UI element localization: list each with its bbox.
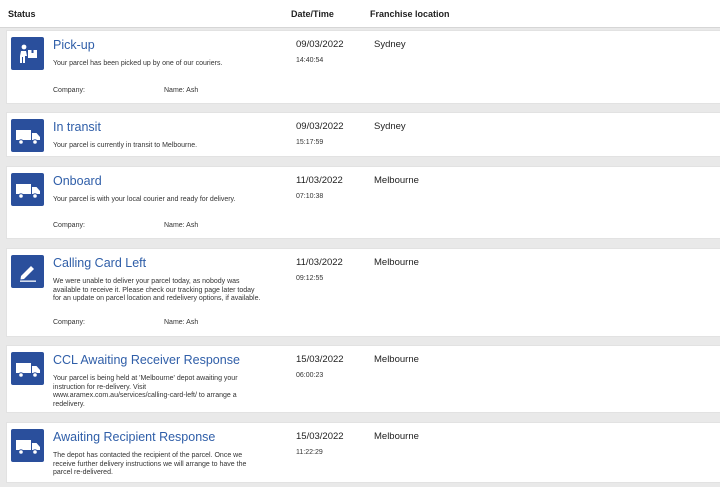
pickup-icon [11, 37, 44, 70]
event-date: 15/03/2022 [296, 354, 344, 365]
event-location: Melbourne [374, 354, 419, 365]
event-time: 07:10:38 [296, 193, 324, 200]
company-row: Company: Name: Ash [53, 87, 198, 94]
status-column-header: Status [8, 9, 36, 19]
event-title: Calling Card Left [53, 256, 147, 270]
tracking-event-card: Onboard Your parcel is with your local c… [6, 166, 720, 239]
event-description: We were unable to deliver your parcel to… [53, 278, 261, 303]
event-description: Your parcel has been picked up by one of… [53, 60, 223, 67]
event-description: Your parcel is currently in transit to M… [53, 142, 198, 149]
event-title: Awaiting Recipient Response [53, 430, 216, 444]
tracking-event-card: Awaiting Recipient Response The depot ha… [6, 422, 720, 483]
event-location: Melbourne [374, 175, 419, 186]
event-time: 09:12:55 [296, 275, 324, 282]
pencil-icon [11, 255, 44, 288]
event-title: In transit [53, 120, 101, 134]
table-header: Status Date/Time Franchise location [0, 0, 720, 28]
event-time: 14:40:54 [296, 57, 324, 64]
truck-icon [11, 429, 44, 462]
courier-name: Name: Ash [164, 222, 199, 229]
event-date: 11/03/2022 [296, 257, 343, 268]
event-description: Your parcel is with your local courier a… [53, 196, 236, 203]
event-time: 11:22:29 [296, 449, 323, 456]
event-title: CCL Awaiting Receiver Response [53, 353, 240, 367]
company-row: Company: Name: Ash [53, 222, 198, 229]
event-description: The depot has contacted the recipient of… [53, 452, 247, 477]
truck-icon [11, 352, 44, 385]
tracking-event-card: CCL Awaiting Receiver Response Your parc… [6, 345, 720, 413]
event-location: Sydney [374, 121, 406, 132]
event-location: Melbourne [374, 257, 419, 268]
tracking-event-card: Calling Card Left We were unable to deli… [6, 248, 720, 337]
location-column-header: Franchise location [370, 9, 450, 19]
event-title: Pick-up [53, 38, 95, 52]
event-title: Onboard [53, 174, 102, 188]
event-date: 11/03/2022 [296, 175, 343, 186]
truck-icon [11, 119, 44, 152]
tracking-event-card: In transit Your parcel is currently in t… [6, 112, 720, 157]
company-label: Company: [53, 319, 85, 326]
event-time: 15:17:59 [296, 139, 324, 146]
tracking-event-card: Pick-up Your parcel has been picked up b… [6, 30, 720, 104]
event-date: 15/03/2022 [296, 431, 344, 442]
company-label: Company: [53, 87, 85, 94]
datetime-column-header: Date/Time [291, 9, 334, 19]
company-label: Company: [53, 222, 85, 229]
company-row: Company: Name: Ash [53, 319, 198, 326]
courier-name: Name: Ash [164, 319, 199, 326]
courier-name: Name: Ash [164, 87, 199, 94]
event-date: 09/03/2022 [296, 121, 344, 132]
event-location: Sydney [374, 39, 406, 50]
truck-icon [11, 173, 44, 206]
event-description: Your parcel is being held at 'Melbourne'… [53, 375, 238, 408]
event-location: Melbourne [374, 431, 419, 442]
event-date: 09/03/2022 [296, 39, 344, 50]
event-time: 06:00:23 [296, 372, 324, 379]
